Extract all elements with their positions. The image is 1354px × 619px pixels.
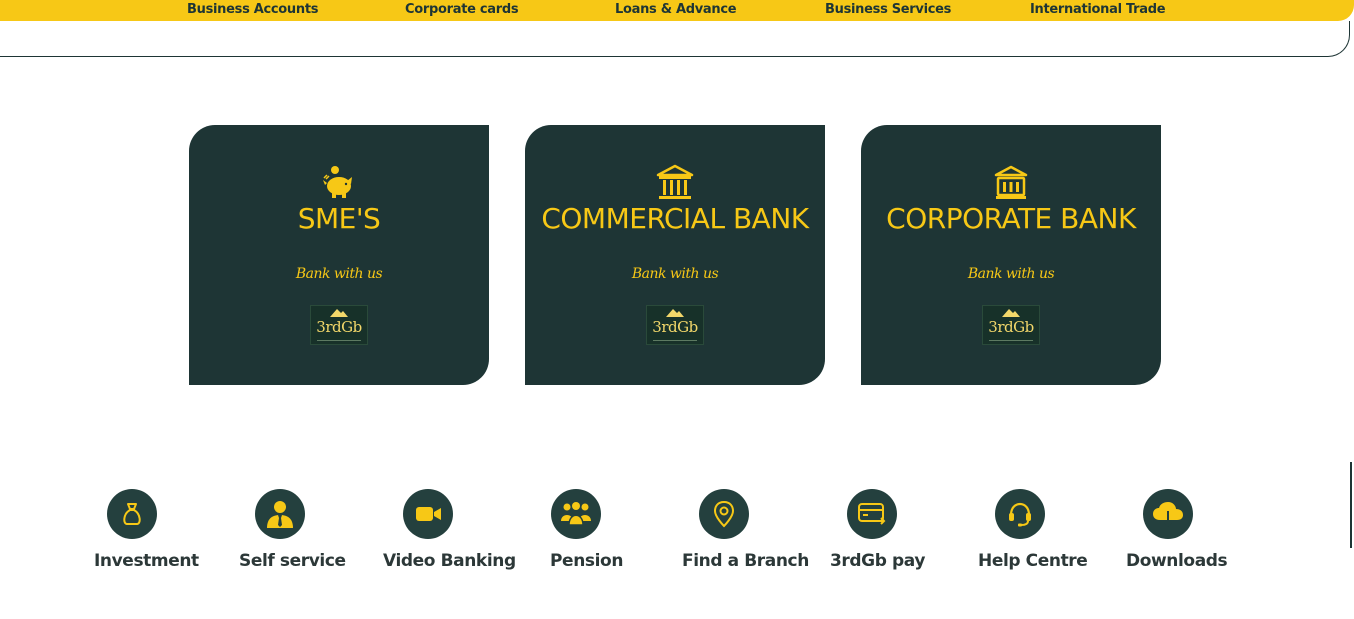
quick-link-icon-circle: [847, 489, 897, 539]
logo-text: 3rdGb: [652, 318, 698, 336]
mountain-logo-icon: [666, 309, 684, 317]
scrollbar-thumb[interactable]: [1350, 462, 1352, 548]
location-pin-icon: [713, 500, 735, 528]
mountain-logo-icon: [330, 309, 348, 317]
card-tagline: Bank with us: [967, 266, 1055, 282]
quick-link-investment[interactable]: Investment: [94, 489, 224, 579]
quick-link-pension[interactable]: Pension: [550, 489, 680, 579]
nav-link-business-services[interactable]: Business Services: [825, 2, 951, 17]
quick-link-downloads[interactable]: Downloads: [1126, 489, 1256, 579]
cloud-download-icon: [1153, 502, 1183, 528]
money-bag-icon: [123, 503, 141, 525]
video-camera-icon: [416, 507, 441, 521]
quick-link-icon-circle: [551, 489, 601, 539]
card-tagline: Bank with us: [631, 266, 719, 282]
people-group-icon: [561, 502, 591, 526]
nav-link-business-accounts[interactable]: Business Accounts: [187, 2, 319, 17]
top-nav-bar: Business Accounts Corporate cards Loans …: [0, 0, 1354, 21]
nav-link-corporate-cards[interactable]: Corporate cards: [405, 2, 519, 17]
bank-logo: 3rdGb: [310, 305, 368, 345]
card-title: SME'S: [297, 202, 381, 235]
quick-link-find-a-branch[interactable]: Find a Branch: [682, 489, 812, 579]
logo-text: 3rdGb: [316, 318, 362, 336]
quick-link-label: Self service: [239, 551, 346, 571]
logo-text: 3rdGb: [988, 318, 1034, 336]
quick-link-icon-circle: [1143, 489, 1193, 539]
commercial-bank-card[interactable]: COMMERCIAL BANK Bank with us 3rdGb: [525, 125, 825, 385]
bank-logo: 3rdGb: [646, 305, 704, 345]
card-title: COMMERCIAL BANK: [541, 202, 809, 235]
quick-link-3rdgb-pay[interactable]: 3rdGb pay: [830, 489, 960, 579]
card-transfer-icon: [858, 503, 886, 525]
headset-icon: [1009, 502, 1031, 527]
quick-link-label: Find a Branch: [682, 551, 809, 571]
quick-link-self-service[interactable]: Self service: [239, 489, 369, 579]
mountain-logo-icon: [1002, 309, 1020, 317]
header-divider: [0, 21, 1350, 57]
piggy-bank-icon: [323, 166, 352, 198]
quick-link-label: Pension: [550, 551, 624, 571]
quick-link-icon-circle: [107, 489, 157, 539]
card-tagline: Bank with us: [295, 266, 383, 282]
sme-banking-card[interactable]: SME'S Bank with us 3rdGb: [189, 125, 489, 385]
quick-link-label: Investment: [94, 551, 199, 571]
quick-link-label: 3rdGb pay: [830, 551, 926, 571]
quick-link-icon-circle: [995, 489, 1045, 539]
quick-link-label: Video Banking: [383, 551, 516, 571]
corporate-bank-card[interactable]: CORPORATE BANK Bank with us 3rdGb: [861, 125, 1161, 385]
quick-link-help-centre[interactable]: Help Centre: [978, 489, 1108, 579]
quick-link-label: Downloads: [1126, 551, 1228, 571]
nav-link-loans-advance[interactable]: Loans & Advance: [615, 2, 737, 17]
quick-link-icon-circle: [403, 489, 453, 539]
bank-building-icon: [994, 165, 1028, 199]
nav-link-international-trade[interactable]: International Trade: [1030, 2, 1166, 17]
quick-link-video-banking[interactable]: Video Banking: [383, 489, 516, 579]
bank-building-icon: [656, 164, 694, 199]
quick-link-icon-circle: [255, 489, 305, 539]
quick-link-label: Help Centre: [978, 551, 1088, 571]
card-title: CORPORATE BANK: [886, 202, 1136, 235]
bank-logo: 3rdGb: [982, 305, 1040, 345]
person-tie-icon: [267, 501, 293, 528]
quick-link-icon-circle: [699, 489, 749, 539]
